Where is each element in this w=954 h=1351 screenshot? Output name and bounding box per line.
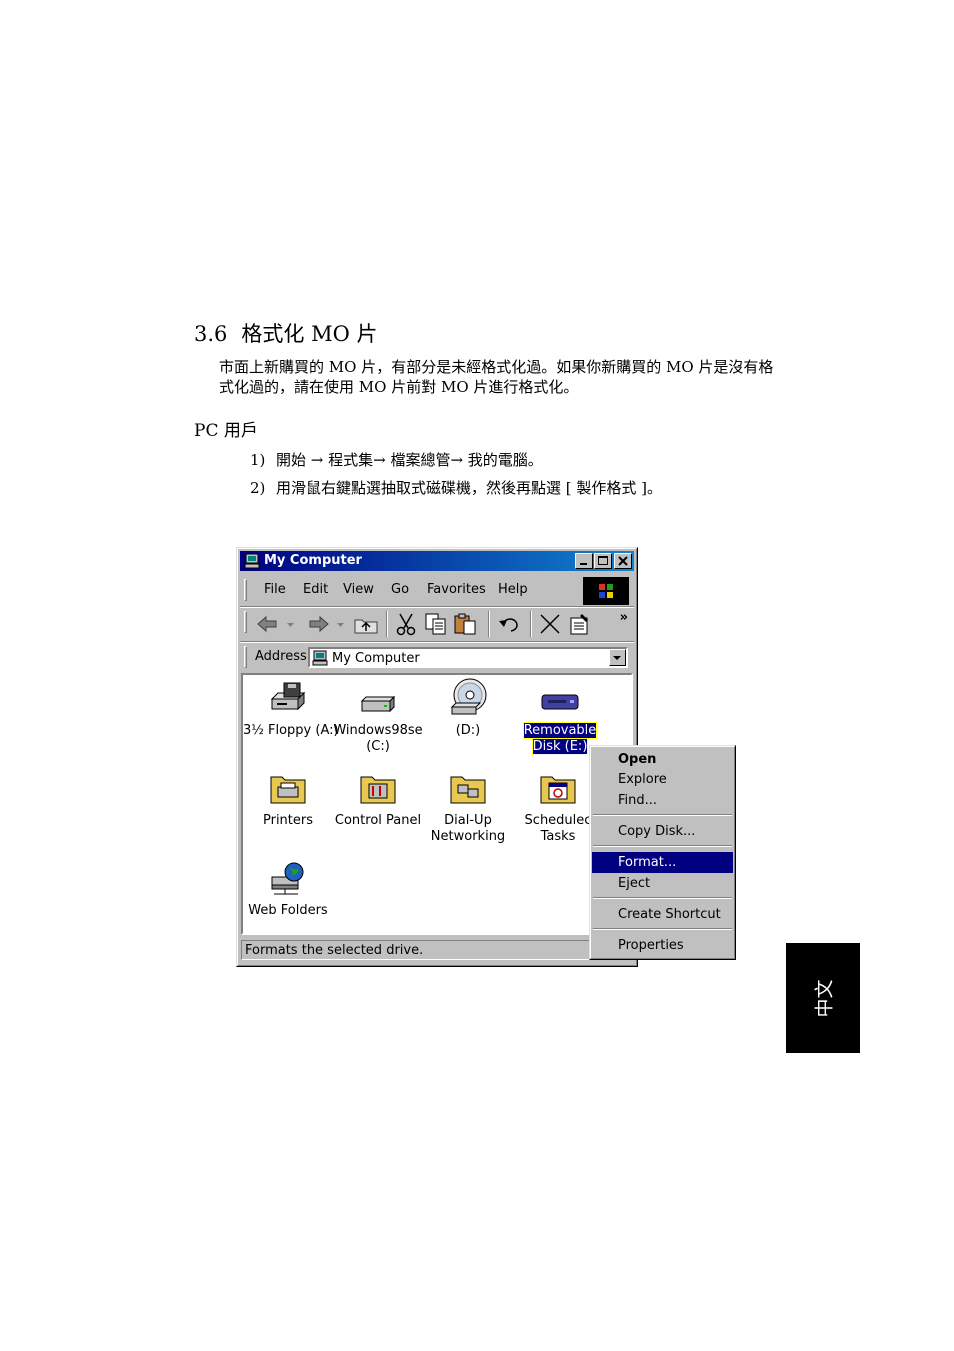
- side-tab-label: 中文: [813, 978, 836, 1018]
- item-label: Printers: [262, 813, 314, 828]
- intro-paragraph: 市面上新購買的 MO 片，有部分是未經格式化過。如果你新購買的 MO 片是沒有格…: [219, 358, 774, 396]
- section-title: 格式化 MO 片: [241, 322, 378, 346]
- minimize-icon: [580, 563, 587, 565]
- printers-item[interactable]: Printers: [243, 771, 333, 829]
- menu-explore[interactable]: Explore: [592, 769, 733, 790]
- drive-c-item[interactable]: Windows98se (C:): [333, 681, 423, 755]
- menu-properties[interactable]: Properties: [592, 935, 733, 956]
- address-bar: Address My Computer: [240, 641, 634, 672]
- copy-icon[interactable]: [422, 612, 450, 636]
- address-field[interactable]: My Computer: [308, 647, 628, 668]
- web-folders-item[interactable]: Web Folders: [243, 861, 333, 919]
- language-side-tab: 中文: [786, 943, 860, 1053]
- dialup-networking-item[interactable]: Dial-Up Networking: [423, 771, 513, 845]
- status-text: Formats the selected drive.: [245, 943, 424, 958]
- delete-icon[interactable]: [536, 612, 564, 636]
- menu-go[interactable]: Go: [391, 582, 409, 598]
- maximize-button[interactable]: [594, 553, 612, 569]
- item-label: Web Folders: [248, 903, 328, 918]
- address-grip[interactable]: [244, 646, 247, 668]
- control-panel-item[interactable]: Control Panel: [333, 771, 423, 829]
- menu-view[interactable]: View: [343, 582, 374, 598]
- maximize-icon: [598, 556, 608, 565]
- computer-icon: [312, 650, 328, 666]
- step-text: 用滑鼠右鍵點選抽取式磁碟機，然後再點選 [ 製作格式 ]。: [276, 479, 663, 497]
- drive-a-item[interactable]: 3½ Floppy (A:): [243, 681, 339, 739]
- close-button[interactable]: [614, 553, 632, 569]
- menu-create-shortcut[interactable]: Create Shortcut: [592, 904, 733, 925]
- dialup-folder-icon: [450, 776, 486, 804]
- removable-disk-icon: [541, 694, 579, 710]
- item-label: (D:): [455, 723, 481, 738]
- floppy-drive-icon: [270, 682, 306, 711]
- scheduled-tasks-folder-icon: [540, 776, 576, 804]
- standard-toolbar: »: [240, 606, 634, 641]
- drive-d-item[interactable]: (D:): [423, 677, 513, 739]
- menu-open[interactable]: Open: [592, 749, 733, 770]
- menu-find[interactable]: Find...: [592, 790, 733, 811]
- forward-arrow-icon[interactable]: [304, 612, 332, 636]
- menu-separator: [593, 928, 732, 930]
- cd-drive-icon: [450, 678, 487, 715]
- item-label: Dial-Up Networking: [430, 813, 506, 844]
- title-bar[interactable]: My Computer: [240, 551, 634, 571]
- windows-logo: [583, 577, 629, 605]
- context-menu: Open Explore Find... Copy Disk... Format…: [589, 745, 736, 960]
- menu-help[interactable]: Help: [498, 582, 528, 598]
- back-arrow-icon[interactable]: [254, 612, 282, 636]
- menu-bar: File Edit View Go Favorites Help: [240, 575, 634, 605]
- menu-format[interactable]: Format...: [592, 852, 733, 873]
- menu-file[interactable]: File: [264, 582, 286, 598]
- pc-users-heading: PC 用戶: [194, 421, 258, 441]
- item-label: 3½ Floppy (A:): [243, 723, 339, 738]
- chevron-down-icon: [613, 656, 621, 660]
- drive-e-item[interactable]: Removable Disk (E:): [515, 681, 605, 755]
- menu-eject[interactable]: Eject: [592, 873, 733, 894]
- step-text: 開始 → 程式集→ 檔案總管→ 我的電腦。: [276, 451, 543, 469]
- windows-flag-icon: [599, 584, 613, 598]
- close-icon: [618, 556, 628, 566]
- menu-separator: [593, 845, 732, 847]
- step-number: 2): [250, 479, 266, 497]
- cut-icon[interactable]: [392, 612, 420, 636]
- step-2: 2) 用滑鼠右鍵點選抽取式磁碟機，然後再點選 [ 製作格式 ]。: [250, 478, 662, 498]
- hard-drive-icon: [360, 695, 396, 713]
- toolbar-grip[interactable]: [244, 611, 247, 633]
- up-folder-icon[interactable]: [352, 612, 380, 636]
- paste-icon[interactable]: [452, 612, 480, 636]
- control-panel-folder-icon: [360, 776, 396, 804]
- address-value: My Computer: [332, 651, 420, 666]
- menu-separator: [593, 814, 732, 816]
- status-bar: Formats the selected drive.: [240, 939, 634, 961]
- section-number: 3.6: [194, 322, 228, 346]
- item-label: Control Panel: [334, 813, 422, 828]
- toolbar-overflow-chevron[interactable]: »: [620, 610, 628, 625]
- web-folders-icon: [271, 862, 304, 895]
- address-label: Address: [255, 649, 307, 664]
- section-heading: 3.6 格式化 MO 片: [194, 319, 377, 349]
- undo-icon[interactable]: [496, 612, 524, 636]
- menu-favorites[interactable]: Favorites: [427, 582, 486, 598]
- minimize-button[interactable]: [575, 553, 593, 569]
- item-label: Windows98se (C:): [333, 723, 423, 754]
- menu-edit[interactable]: Edit: [303, 582, 328, 598]
- step-1: 1) 開始 → 程式集→ 檔案總管→ 我的電腦。: [250, 450, 543, 470]
- menu-separator: [593, 897, 732, 899]
- menu-copy-disk[interactable]: Copy Disk...: [592, 821, 733, 842]
- properties-icon[interactable]: [566, 612, 594, 636]
- file-view: 3½ Floppy (A:) Windows98se (C:) (D:) Rem…: [241, 673, 633, 935]
- address-dropdown-button[interactable]: [609, 649, 626, 666]
- step-number: 1): [250, 451, 266, 469]
- forward-dropdown-icon[interactable]: [336, 612, 346, 636]
- menu-grip[interactable]: [244, 579, 247, 601]
- printers-folder-icon: [270, 776, 306, 804]
- my-computer-window: My Computer File Edit View Go Favorites …: [236, 547, 638, 967]
- window-title: My Computer: [264, 553, 362, 568]
- back-dropdown-icon[interactable]: [286, 612, 296, 636]
- computer-icon: [244, 553, 260, 569]
